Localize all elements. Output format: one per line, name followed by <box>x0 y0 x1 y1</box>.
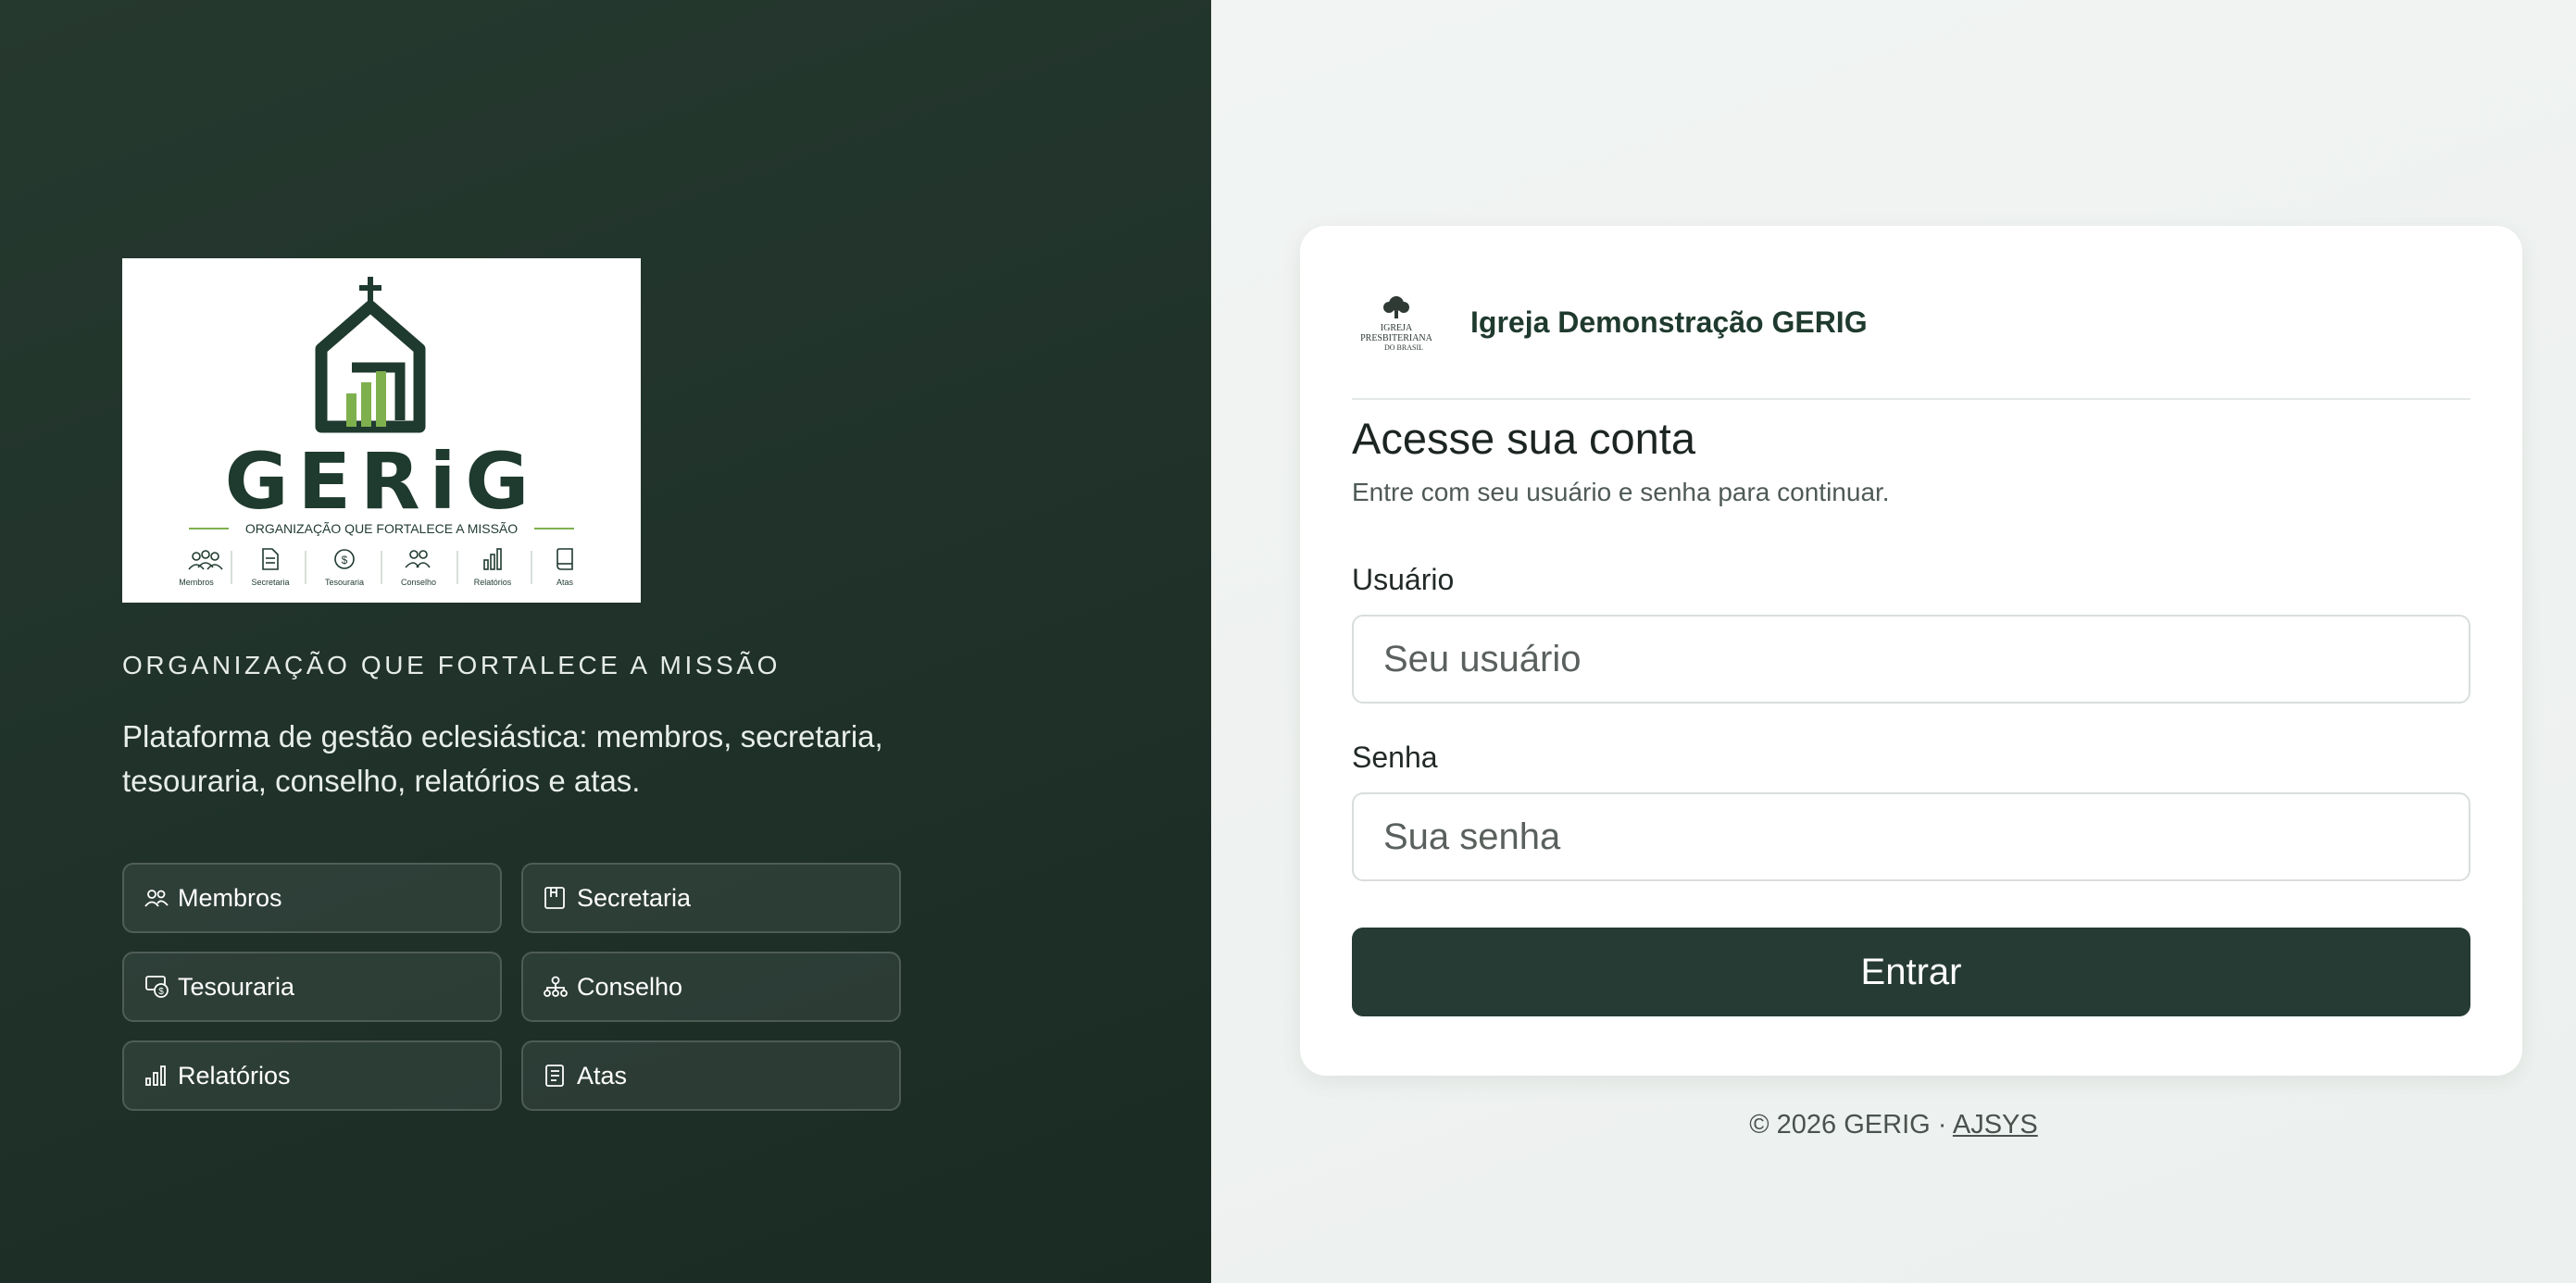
logo-icon-label: Membros <box>179 578 214 587</box>
church-header: IGREJA PRESBITERIANA DO BRASIL Igreja De… <box>1352 291 2470 400</box>
module-membros: Membros <box>122 863 502 933</box>
module-conselho: Conselho <box>521 952 901 1022</box>
module-secretaria: Secretaria <box>521 863 901 933</box>
module-label: Relatórios <box>178 1061 291 1090</box>
login-panel: IGREJA PRESBITERIANA DO BRASIL Igreja De… <box>1211 0 2576 1283</box>
module-relatorios: Relatórios <box>122 1040 502 1111</box>
platform-description: Plataforma de gestão eclesiástica: membr… <box>122 719 883 798</box>
login-button[interactable]: Entrar <box>1352 928 2470 1016</box>
church-logo: IGREJA PRESBITERIANA DO BRASIL <box>1360 296 1433 352</box>
ajsys-link[interactable]: AJSYS <box>1953 1110 2038 1140</box>
module-atas: Atas <box>521 1040 901 1111</box>
group-icon <box>405 550 431 568</box>
module-label: Membros <box>178 883 282 912</box>
logo-wordmark: GERiG <box>225 436 539 527</box>
logo-tagline: ORGANIZAÇÃO QUE FORTALECE A MISSÃO <box>245 521 518 536</box>
module-label: Secretaria <box>577 883 692 912</box>
church-icon <box>315 277 426 433</box>
logo-icon-label: Secretaria <box>251 578 289 587</box>
password-input[interactable] <box>1352 792 2470 881</box>
password-label: Senha <box>1352 741 1438 774</box>
people-icon <box>188 550 223 570</box>
bar-chart-icon <box>144 1062 172 1090</box>
book-icon <box>556 548 573 570</box>
module-label: Conselho <box>577 972 683 1001</box>
church-logo-line: PRESBITERIANA <box>1360 333 1433 343</box>
login-card: IGREJA PRESBITERIANA DO BRASIL Igreja De… <box>1300 226 2522 1076</box>
bush-icon <box>1383 296 1409 318</box>
gerig-logo: GERiG ORGANIZAÇÃO QUE FORTALECE A MISSÃO… <box>122 258 641 603</box>
footer: © 2026 GERIG · AJSYS <box>1211 1110 2576 1140</box>
document-icon <box>262 548 279 570</box>
logo-icon-label: Tesouraria <box>325 578 364 587</box>
church-logo-line: DO BRASIL <box>1384 343 1423 352</box>
cash-icon: $ <box>144 973 172 1001</box>
login-title: Acesse sua conta <box>1352 414 1695 463</box>
book-icon <box>544 884 571 912</box>
tagline: ORGANIZAÇÃO QUE FORTALECE A MISSÃO <box>122 651 782 679</box>
svg-text:$: $ <box>158 987 164 997</box>
username-label: Usuário <box>1352 563 1455 596</box>
username-input[interactable] <box>1352 615 2470 704</box>
module-tesouraria: $ Tesouraria <box>122 952 502 1022</box>
module-label: Atas <box>577 1061 628 1090</box>
church-logo-line: IGREJA <box>1381 323 1413 333</box>
logo-icon-label: Relatórios <box>474 578 512 587</box>
module-label: Tesouraria <box>178 972 295 1001</box>
people-icon <box>144 884 172 912</box>
login-subtitle: Entre com seu usuário e senha para conti… <box>1352 478 1890 506</box>
svg-text:$: $ <box>342 554 348 567</box>
logo-icon-label: Conselho <box>401 578 436 587</box>
bar-chart-icon <box>483 548 502 570</box>
hierarchy-icon <box>544 973 571 1001</box>
copyright-text: © 2026 GERIG · <box>1749 1110 1953 1140</box>
module-list: Membros Secretaria $ Tesouraria Conselho… <box>122 863 901 1111</box>
church-name: Igreja Demonstração GERIG <box>1470 305 1868 339</box>
brand-panel: GERiG ORGANIZAÇÃO QUE FORTALECE A MISSÃO… <box>0 0 1211 1283</box>
notes-icon <box>544 1062 571 1090</box>
logo-icon-label: Atas <box>556 578 574 587</box>
